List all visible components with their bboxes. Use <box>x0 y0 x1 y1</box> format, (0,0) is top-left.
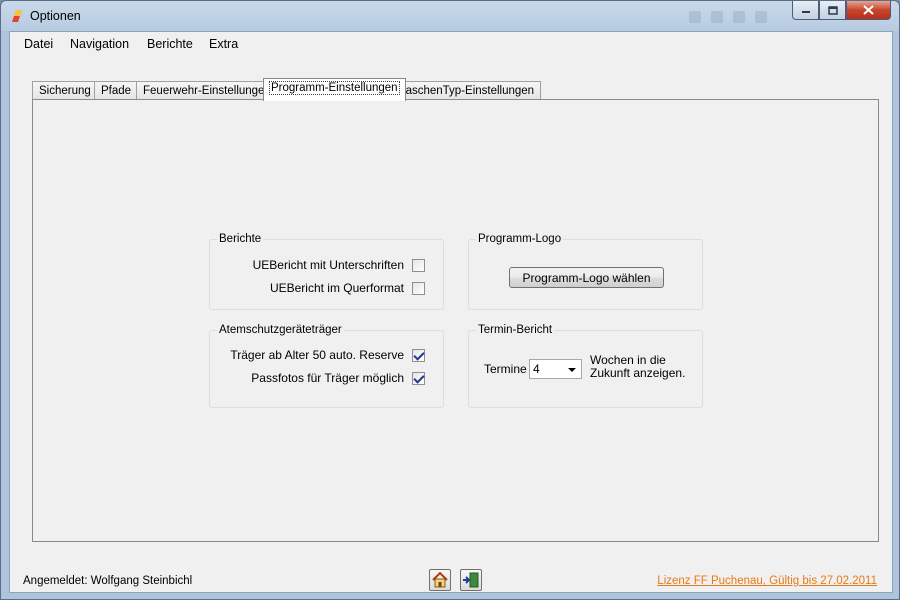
tab-label: FlaschenTyp-Einstellungen <box>396 85 535 97</box>
menu-datei[interactable]: Datei <box>24 37 53 51</box>
caption-buttons <box>792 1 891 21</box>
option-label: Träger ab Alter 50 auto. Reserve <box>230 348 404 362</box>
maximize-button[interactable] <box>819 1 846 20</box>
close-icon <box>863 5 874 15</box>
title-bar[interactable]: Optionen <box>1 1 899 31</box>
checkbox-uebericht-querformat[interactable] <box>412 281 425 295</box>
tab-label: Sicherung <box>39 85 91 97</box>
option-label: UEBericht mit Unterschriften <box>252 258 404 272</box>
home-button[interactable] <box>429 569 451 591</box>
checkbox-passfotos-traeger[interactable] <box>412 371 425 385</box>
menu-bar: Datei Navigation Berichte Extra <box>10 32 892 56</box>
window-title: Optionen <box>30 9 81 23</box>
exit-door-icon <box>463 572 479 588</box>
group-title-berichte: Berichte <box>217 233 264 245</box>
logged-in-user: Angemeldet: Wolfgang Steinbichl <box>23 575 193 587</box>
checkbox-traeger-alter-50[interactable] <box>412 348 425 362</box>
group-termin-bericht: Termin-Bericht Termine 4 Wochen in die Z… <box>468 324 703 408</box>
titlebar-tray-icons <box>689 11 779 25</box>
group-programm-logo: Programm-Logo Programm-Logo wählen <box>468 233 703 310</box>
maximize-icon <box>827 5 838 15</box>
checkbox-uebericht-unterschriften[interactable] <box>412 258 425 272</box>
minimize-button[interactable] <box>792 1 819 20</box>
tab-panel-programm-einstellungen: Berichte UEBericht mit Unterschriften UE… <box>32 99 879 542</box>
tab-programm-einstellungen[interactable]: Programm-Einstellungen <box>263 78 406 101</box>
tab-label: Programm-Einstellungen <box>269 81 400 95</box>
option-passfotos-traeger[interactable]: Passfotos für Träger möglich <box>251 371 425 385</box>
termine-wochen-select[interactable]: 4 <box>529 359 582 379</box>
option-traeger-alter-50[interactable]: Träger ab Alter 50 auto. Reserve <box>230 348 425 362</box>
group-title-termin-bericht: Termin-Bericht <box>476 324 555 336</box>
option-label: UEBericht im Querformat <box>269 281 404 295</box>
client-area: Datei Navigation Berichte Extra Sicherun… <box>9 31 893 593</box>
close-button[interactable] <box>846 1 891 20</box>
group-atemschutzgeraetetraeger: Atemschutzgeräteträger Träger ab Alter 5… <box>209 324 444 408</box>
tab-feuerwehr-einstellungen[interactable]: Feuerwehr-Einstellungen <box>136 81 278 100</box>
minimize-icon <box>801 11 810 13</box>
exit-button[interactable] <box>460 569 482 591</box>
status-bar: Angemeldet: Wolfgang Steinbichl Lizenz F… <box>10 567 892 593</box>
termine-suffix: Wochen in die Zukunft anzeigen. <box>590 354 685 380</box>
license-link[interactable]: Lizenz FF Puchenau, Gültig bis 27.02.201… <box>657 575 877 587</box>
option-uebericht-querformat[interactable]: UEBericht im Querformat <box>270 281 425 295</box>
termine-suffix-line2: Zukunft anzeigen. <box>590 366 686 380</box>
home-icon <box>432 571 448 588</box>
tab-pfade[interactable]: Pfade <box>94 81 139 100</box>
menu-navigation[interactable]: Navigation <box>70 37 129 51</box>
option-label: Passfotos für Träger möglich <box>251 371 404 385</box>
menu-berichte[interactable]: Berichte <box>147 37 193 51</box>
group-berichte: Berichte UEBericht mit Unterschriften UE… <box>209 233 444 310</box>
chevron-down-icon <box>568 368 576 372</box>
options-window: Optionen Datei Navigation Berichte Extra… <box>0 0 900 600</box>
tab-label: Feuerwehr-Einstellungen <box>143 85 271 97</box>
termine-wochen-value: 4 <box>533 362 540 376</box>
menu-extra[interactable]: Extra <box>209 37 238 51</box>
group-title-atemschutz: Atemschutzgeräteträger <box>217 324 344 336</box>
programm-logo-waehlen-button[interactable]: Programm-Logo wählen <box>509 267 664 288</box>
tab-label: Pfade <box>101 85 132 97</box>
termine-label: Termine <box>484 362 527 376</box>
tab-flaschentyp-einstellungen[interactable]: FlaschenTyp-Einstellungen <box>389 81 542 100</box>
option-uebericht-unterschriften[interactable]: UEBericht mit Unterschriften <box>253 258 425 272</box>
app-logo-icon <box>10 8 24 24</box>
tab-sicherung[interactable]: Sicherung <box>32 81 98 100</box>
group-title-programm-logo: Programm-Logo <box>476 233 564 245</box>
